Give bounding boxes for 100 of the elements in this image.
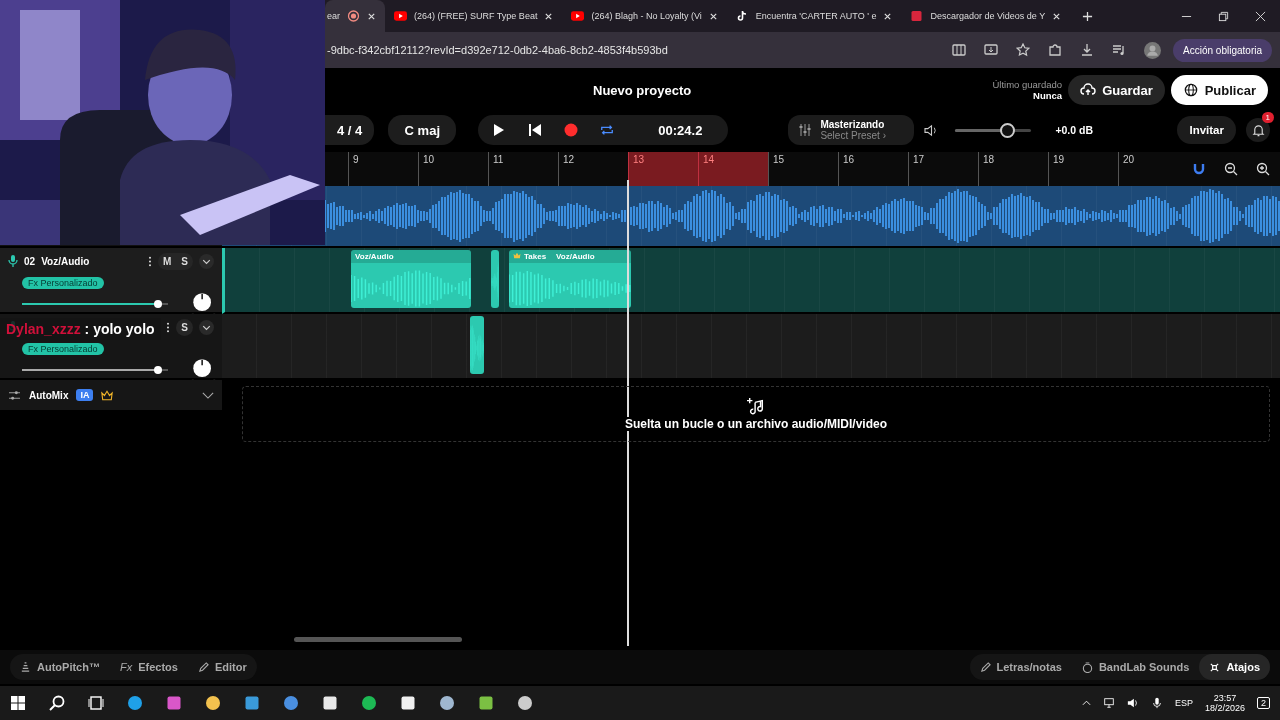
invite-button[interactable]: Invitar (1177, 116, 1236, 144)
editor-button[interactable]: Editor (187, 654, 257, 680)
stopwatch-icon (1081, 661, 1093, 673)
track-volume-slider[interactable] (22, 300, 168, 308)
sounds-button[interactable]: BandLab Sounds (1071, 654, 1200, 680)
app-icon[interactable] (205, 695, 221, 711)
browser-tab[interactable]: ear (325, 0, 385, 32)
solo-button[interactable]: S (176, 318, 193, 336)
fx-preset-tag[interactable]: Fx Personalizado (22, 277, 104, 289)
input-language[interactable]: ESP (1174, 698, 1193, 708)
drop-zone[interactable]: Suelta un bucle o un archivo audio/MIDI/video (242, 386, 1270, 442)
automix-label[interactable]: AutoMix (29, 389, 69, 401)
download-icon[interactable] (1080, 43, 1095, 57)
more-icon[interactable] (166, 321, 171, 333)
ruler-bar[interactable]: 14 (698, 152, 768, 186)
crown-icon (513, 252, 521, 259)
app-icon[interactable] (478, 695, 494, 711)
track-volume-slider[interactable] (22, 366, 168, 374)
sliders-icon (8, 389, 21, 401)
close-icon[interactable] (1052, 11, 1062, 21)
close-icon[interactable] (544, 11, 554, 21)
app-icon[interactable] (439, 695, 455, 711)
volume-slider[interactable] (955, 122, 1032, 138)
close-icon[interactable] (883, 11, 893, 21)
more-icon[interactable] (148, 255, 152, 267)
publish-button[interactable]: Publicar (1170, 75, 1268, 105)
audio-clip[interactable] (470, 316, 484, 374)
browser-tab[interactable]: (264) (FREE) SURF Type Beat (385, 0, 563, 32)
close-icon[interactable] (367, 11, 376, 21)
fx-preset-tag[interactable]: Fx Personalizado (22, 343, 104, 355)
star-icon[interactable] (1016, 43, 1031, 57)
new-tab-icon[interactable] (1082, 10, 1094, 22)
speaker-icon[interactable] (1126, 697, 1139, 709)
pencil-icon (197, 661, 209, 673)
key-selector[interactable]: C maj (388, 115, 457, 145)
microphone-icon[interactable] (1150, 697, 1163, 709)
app-icon[interactable] (127, 695, 143, 711)
app-icon[interactable] (400, 695, 416, 711)
solo-button[interactable]: S (176, 252, 193, 270)
notification-center-button[interactable]: 2 (1257, 697, 1270, 709)
close-icon[interactable] (1255, 10, 1266, 22)
track-header[interactable]: 02 Voz/Audio M S Fx Personalizado (0, 248, 222, 314)
fx-button[interactable]: Fx Efectos (109, 654, 188, 680)
audio-clip[interactable] (491, 250, 499, 308)
browser-tab[interactable]: Descargador de Videos de Y (901, 0, 1071, 32)
app-icon[interactable] (517, 695, 533, 711)
track-number: 02 (24, 255, 36, 267)
puzzle-icon[interactable] (1048, 43, 1063, 57)
avatar-icon[interactable] (1144, 41, 1162, 59)
volume-thumb[interactable] (1000, 122, 1016, 138)
record-icon[interactable] (564, 123, 579, 137)
volume-thumb[interactable] (153, 300, 162, 308)
app-icon[interactable] (322, 695, 338, 711)
square-logo-icon (910, 10, 924, 22)
volume-thumb[interactable] (153, 366, 162, 374)
app-icon[interactable] (244, 695, 260, 711)
address-field[interactable]: -9dbc-f342cbf12112?revId=d392e712-0db2-4ba6-8cb2-4853f4b593bd (327, 44, 953, 56)
skip-back-icon[interactable] (528, 123, 543, 137)
last-saved-value: Nunca (1033, 90, 1063, 101)
shortcuts-button[interactable]: Atajos (1199, 654, 1270, 680)
time-display: 00:24.2 (658, 122, 703, 138)
action-required-button[interactable]: Acción obligatoria (1173, 38, 1272, 62)
network-icon[interactable] (1102, 697, 1115, 709)
sidebar-icon[interactable] (952, 43, 967, 57)
cloud-upload-icon (1080, 83, 1097, 97)
mastering-preset-button[interactable]: Masterizando Select Preset › (788, 115, 915, 145)
lyrics-button[interactable]: Letras/notas (969, 654, 1072, 680)
chevron-up-icon[interactable] (1081, 700, 1091, 706)
crown-icon (101, 389, 114, 401)
magnet-icon[interactable] (1192, 162, 1206, 176)
start-icon[interactable] (10, 695, 26, 711)
microphone-icon (8, 254, 18, 268)
autopitch-button[interactable]: AutoPitch™ (10, 654, 110, 680)
music-note-plus-icon (747, 397, 765, 415)
loop-icon[interactable] (600, 123, 615, 137)
clock-time[interactable]: 23:57 (1213, 693, 1237, 703)
browser-tab[interactable]: (264) Blagh - No Loyalty (Vi (562, 0, 727, 32)
clock-date[interactable]: 18/2/2026 (1204, 703, 1245, 713)
close-icon[interactable] (708, 11, 718, 21)
command-icon (1209, 661, 1221, 673)
mute-button[interactable]: M (158, 252, 177, 270)
chevron-down-icon[interactable] (199, 253, 214, 269)
zoom-in-icon[interactable] (1256, 162, 1270, 176)
save-button[interactable]: Guardar (1068, 75, 1165, 105)
scrollbar[interactable] (294, 637, 462, 642)
search-icon[interactable] (49, 695, 65, 711)
time-signature[interactable]: 4 / 4 (325, 115, 375, 145)
track-name[interactable]: Voz/Audio (41, 255, 90, 267)
chevron-down-icon[interactable] (202, 391, 214, 399)
task-view-icon[interactable] (88, 695, 104, 711)
zoom-out-icon[interactable] (1224, 162, 1238, 176)
sliders-icon (798, 123, 813, 137)
media-icon[interactable] (1112, 43, 1127, 57)
bell-icon[interactable] (1251, 123, 1265, 137)
app-icon[interactable] (361, 695, 377, 711)
ruler-bar[interactable]: 13 (628, 152, 698, 186)
chevron-down-icon[interactable] (199, 319, 214, 335)
browser-tab[interactable]: Encuentra 'CARTER AUTO ' e (726, 0, 902, 32)
install-icon[interactable] (984, 43, 999, 57)
restore-icon[interactable] (1218, 10, 1229, 22)
